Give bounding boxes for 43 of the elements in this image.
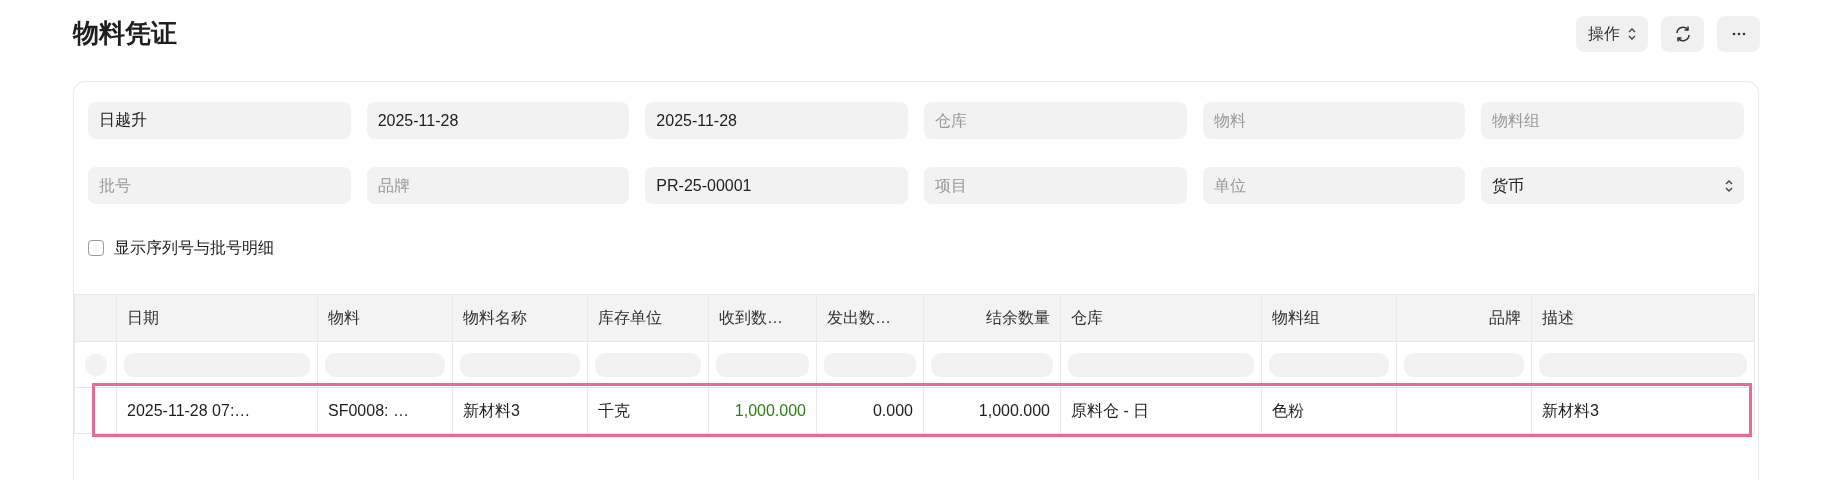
input-field[interactable]: PR-25-00001 <box>645 167 908 204</box>
input-field[interactable]: 仓库 <box>924 102 1187 139</box>
page-title: 物料凭证 <box>73 17 177 46</box>
input-field[interactable]: 2025-11-28 <box>366 102 630 139</box>
checkbox-label[interactable]: 显示序列号与批号明细 <box>114 236 274 260</box>
column-header: 描述 <box>1531 294 1755 342</box>
column-header: 结余数量 <box>923 294 1061 342</box>
input-field[interactable]: 品牌 <box>366 167 630 204</box>
column-header: 物料名称 <box>452 294 588 342</box>
input-field[interactable]: 日越升 <box>88 102 351 139</box>
more-button[interactable] <box>1717 16 1760 52</box>
column-header: 日期 <box>116 294 318 342</box>
chevron-updown-icon <box>1628 28 1636 40</box>
input-field[interactable]: 批号 <box>88 167 351 204</box>
input-field[interactable]: 物料组 <box>1481 102 1744 139</box>
column-header: 品牌 <box>1396 294 1532 342</box>
column-header: 收到数… <box>708 294 817 342</box>
column-header: 发出数… <box>816 294 924 342</box>
table-cell: 2025-11-28 07:… <box>116 387 318 434</box>
table-cell: 1,000.000 <box>923 387 1061 434</box>
column-header: 仓库 <box>1060 294 1262 342</box>
column-header: 物料组 <box>1261 294 1397 342</box>
input-field[interactable]: 单位 <box>1202 167 1466 204</box>
table-cell: 1,000.000 <box>708 387 817 434</box>
table-cell: SF0008: … <box>317 387 453 434</box>
refresh-icon <box>1673 25 1692 43</box>
refresh-button[interactable] <box>1661 16 1704 52</box>
checkbox[interactable] <box>88 240 104 256</box>
table-cell: 新材料3 <box>452 387 588 434</box>
more-icon <box>1731 32 1746 36</box>
column-header: 物料 <box>317 294 453 342</box>
actions-button[interactable]: 操作 <box>1576 16 1648 52</box>
table-cell: 色粉 <box>1261 387 1397 434</box>
column-header: 库存单位 <box>587 294 709 342</box>
input-field[interactable]: 物料 <box>1202 102 1466 139</box>
input-field[interactable]: 2025-11-28 <box>645 102 908 139</box>
table-cell: 千克 <box>587 387 709 434</box>
table-cell: 0.000 <box>816 387 924 434</box>
table-cell: 新材料3 <box>1531 387 1755 434</box>
input-field[interactable]: 项目 <box>924 167 1187 204</box>
chevron-updown-icon <box>1725 179 1733 192</box>
select-field[interactable]: 货币 <box>1481 167 1744 204</box>
table-cell: 原料仓 - 日 <box>1060 387 1262 434</box>
